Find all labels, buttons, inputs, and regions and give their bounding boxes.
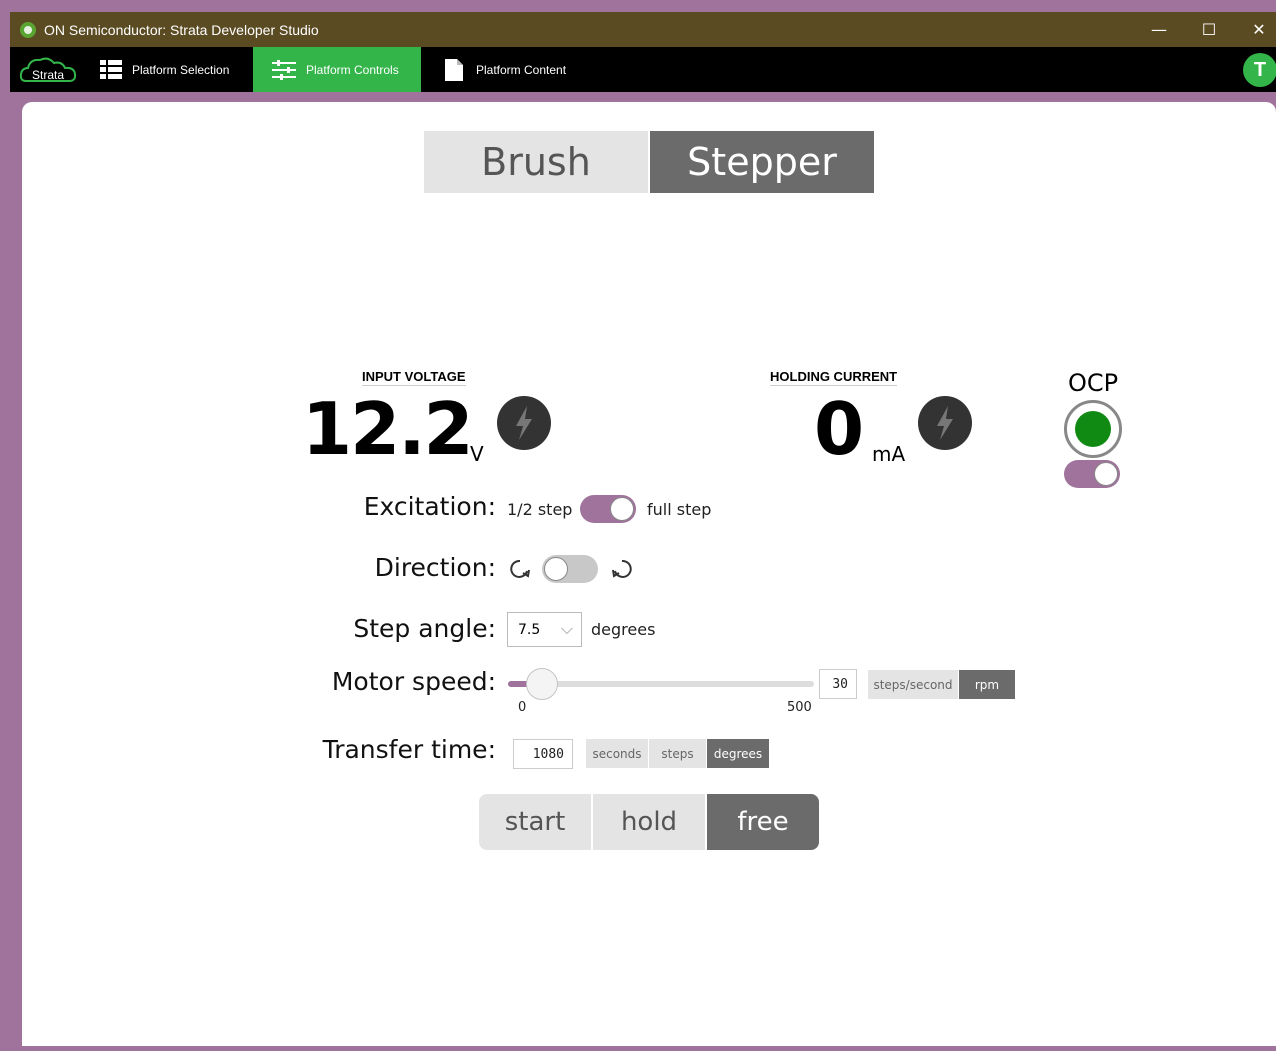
transfer-time-label: Transfer time: [322, 735, 496, 764]
excitation-toggle[interactable] [580, 495, 636, 523]
window-title: ON Semiconductor: Strata Developer Studi… [44, 21, 319, 38]
step-angle-label: Step angle: [353, 614, 496, 643]
platform-controls-panel: Brush Stepper INPUT VOLTAGE 12.2 V HOLDI… [22, 102, 1276, 1046]
transfer-time-input[interactable]: 1080 [513, 739, 573, 769]
motor-speed-input[interactable]: 30 [819, 669, 857, 699]
motor-speed-unit-selector: steps/second rpm [868, 670, 1016, 699]
nav-platform-controls[interactable]: Platform Controls [253, 47, 421, 92]
on-semi-logo-icon [20, 21, 36, 38]
input-voltage-label: INPUT VOLTAGE [362, 369, 466, 386]
input-voltage-value: 12.2 [302, 387, 474, 471]
step-angle-unit: degrees [591, 620, 656, 639]
holding-current-unit: mA [872, 442, 906, 466]
minimize-button[interactable]: — [1136, 12, 1182, 47]
motor-speed-label: Motor speed: [331, 667, 496, 696]
close-button[interactable]: ✕ [1236, 12, 1276, 47]
nav-platform-selection[interactable]: Platform Selection [100, 47, 237, 92]
nav-platform-content-label: Platform Content [476, 62, 567, 77]
motor-speed-slider-handle[interactable] [526, 668, 558, 700]
motor-speed-max-label: 500 [787, 700, 812, 715]
voltage-bolt-icon [497, 396, 551, 450]
excitation-half-step-label: 1/2 step [507, 500, 573, 519]
nav-platform-content[interactable]: Platform Content [445, 47, 566, 92]
motor-speed-min-label: 0 [518, 700, 527, 715]
strata-logo-text: Strata [32, 68, 64, 82]
steps-per-second-button[interactable]: steps/second [868, 670, 958, 699]
rotate-clockwise-icon [510, 559, 530, 578]
nav-platform-controls-label: Platform Controls [306, 62, 399, 77]
holding-current-label: HOLDING CURRENT [770, 369, 898, 386]
strata-cloud-icon: Strata [19, 57, 77, 82]
excitation-label: Excitation: [363, 492, 496, 521]
step-angle-value: 7.5 [518, 621, 541, 638]
chevron-down-icon: ⌵ [560, 619, 573, 638]
holding-current-value: 0 [814, 387, 864, 471]
degrees-button[interactable]: degrees [707, 739, 769, 768]
grid-list-icon [100, 59, 122, 79]
motor-type-selector: Brush Stepper [424, 131, 874, 193]
ocp-label: OCP [1068, 369, 1119, 397]
input-voltage-unit: V [470, 442, 484, 466]
free-button[interactable]: free [707, 794, 819, 850]
excitation-full-step-label: full step [647, 500, 712, 519]
user-avatar[interactable]: T [1243, 53, 1276, 87]
seconds-button[interactable]: seconds [586, 739, 648, 768]
maximize-button[interactable]: ☐ [1186, 12, 1232, 47]
title-bar: ON Semiconductor: Strata Developer Studi… [10, 12, 1276, 47]
ocp-toggle[interactable] [1064, 460, 1120, 488]
stepper-tab[interactable]: Stepper [650, 131, 874, 193]
document-icon [445, 58, 463, 81]
step-angle-select[interactable]: 7.5 ⌵ [507, 612, 582, 647]
motor-action-selector: start hold free [479, 794, 819, 850]
sliders-icon [272, 59, 296, 80]
strata-logo[interactable]: Strata [18, 55, 80, 85]
rpm-button[interactable]: rpm [959, 670, 1015, 699]
start-button[interactable]: start [479, 794, 591, 850]
transfer-time-unit-selector: seconds steps degrees [586, 739, 770, 768]
brush-tab[interactable]: Brush [424, 131, 648, 193]
motor-speed-slider[interactable] [508, 668, 814, 700]
hold-button[interactable]: hold [593, 794, 705, 850]
direction-toggle[interactable] [542, 555, 598, 583]
nav-bar: Strata Platform Selection Platform Contr… [10, 47, 1276, 92]
current-bolt-icon [918, 396, 972, 450]
rotate-counterclockwise-icon [612, 559, 632, 578]
ocp-indicator-light [1064, 400, 1122, 458]
steps-button[interactable]: steps [649, 739, 706, 768]
direction-label: Direction: [374, 553, 496, 582]
nav-platform-selection-label: Platform Selection [132, 62, 230, 77]
